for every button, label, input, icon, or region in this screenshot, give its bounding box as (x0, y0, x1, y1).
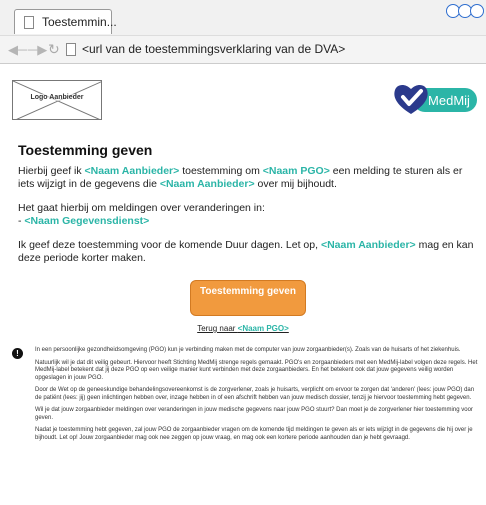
info-paragraph: Nadat je toestemming hebt gegeven, zal j… (35, 427, 473, 441)
duration-paragraph: Ik geef deze toestemming voor de komende… (18, 239, 474, 264)
page-icon (24, 16, 34, 29)
info-icon: ! (12, 348, 23, 359)
back-arrow-icon[interactable]: ◀─ (8, 43, 27, 57)
browser-tabbar: Toestemmin... (0, 0, 486, 36)
window-close-icon[interactable] (470, 4, 484, 18)
medmij-logo: MedMij (391, 80, 477, 120)
browser-tab[interactable]: Toestemmin... (14, 9, 117, 34)
info-paragraph: In een persoonlijke gezondheidsomgeving … (35, 347, 461, 353)
info-paragraph: Natuurlijk wil je dat dit veilig gebeurt… (35, 359, 478, 381)
page-icon (66, 43, 76, 56)
consent-paragraph: Hierbij geef ik <Naam Aanbieder> toestem… (18, 165, 463, 190)
logo-aanbieder-label: Logo Aanbieder (13, 94, 101, 101)
naam-aanbieder: <Naam Aanbieder> (159, 178, 255, 190)
reload-icon[interactable]: ↻ (48, 41, 60, 57)
forward-arrow-icon[interactable]: ─▶ (28, 43, 47, 57)
tab-title: Toestemmin... (42, 15, 117, 29)
naam-pgo: <Naam PGO> (262, 165, 330, 177)
naam-aanbieder: <Naam Aanbieder> (320, 239, 416, 251)
toestemming-geven-button[interactable]: Toestemming geven (190, 280, 306, 316)
browser-navbar: ◀─ ─▶ ↻ <url van de toestemmingsverklari… (0, 36, 486, 64)
page-title: Toestemming geven (18, 142, 153, 158)
info-paragraph: Door de Wet op de geneeskundige behandel… (35, 387, 475, 401)
logo-aanbieder-placeholder: Logo Aanbieder (12, 80, 102, 120)
notification-scope: Het gaat hierbij om meldingen over veran… (18, 202, 265, 227)
info-section: In een persoonlijke gezondheidsomgeving … (35, 347, 481, 447)
naam-gegevensdienst: <Naam Gegevensdienst> (24, 215, 150, 227)
naam-aanbieder: <Naam Aanbieder> (84, 165, 180, 177)
info-paragraph: Wil je dat jouw zorgaanbieder meldingen … (35, 407, 473, 421)
svg-text:MedMij: MedMij (428, 93, 470, 108)
window-controls (446, 4, 486, 18)
back-to-pgo-link[interactable]: Terug naar <Naam PGO> (0, 324, 486, 333)
address-bar[interactable]: <url van de toestemmingsverklaring van d… (82, 42, 345, 56)
